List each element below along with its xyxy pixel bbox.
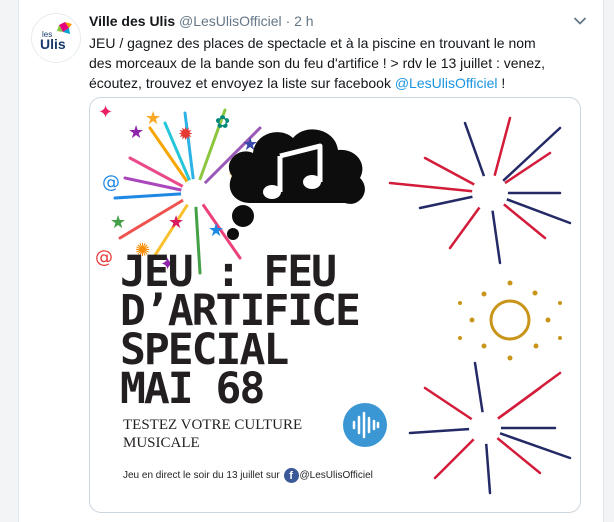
display-name[interactable]: Ville des Ulis <box>89 13 175 29</box>
sound-wave-icon <box>343 403 387 447</box>
tweet-image[interactable]: ✦ ★ @ ★ ✹ ✿ ★ ★ ✺ ★ ★ ✦ @ ✸ <box>89 97 581 513</box>
tweet-timestamp[interactable]: 2 h <box>294 13 313 29</box>
svg-text:★: ★ <box>145 108 161 129</box>
chevron-down-icon[interactable] <box>573 14 587 28</box>
subtitle-line-2: MUSICALE <box>123 435 200 451</box>
facebook-icon: f <box>283 468 299 483</box>
svg-text:✹: ✹ <box>178 124 193 145</box>
left-page-frame <box>0 0 19 522</box>
tweet-text-end: ! <box>497 75 506 91</box>
svg-text:★: ★ <box>128 122 144 143</box>
poster-headline: JEU : FEU D’ARTIFICE SPECIAL MAI 68 <box>120 251 361 414</box>
right-page-frame <box>603 0 614 522</box>
tweet-text: JEU / gagnez des places de spectacle et … <box>89 33 559 93</box>
time-separator: · <box>285 13 291 29</box>
poster-subtitle: TESTEZ VOTRE CULTURE MUSICALE <box>123 416 302 452</box>
avatar[interactable]: les Ulis <box>31 13 81 63</box>
footer-text: Jeu en direct le soir du 13 juillet sur <box>123 470 280 482</box>
firework-gold <box>458 280 562 361</box>
headline-line-4: MAI 68 <box>120 364 265 414</box>
subtitle-line-1: TESTEZ VOTRE CULTURE <box>123 417 303 433</box>
footer-handle: @LesUlisOfficiel <box>299 470 373 482</box>
svg-text:★: ★ <box>208 220 224 241</box>
ulis-logo: les Ulis <box>40 22 72 52</box>
poster-footer: Jeu en direct le soir du 13 juillet sur … <box>123 468 373 483</box>
user-handle[interactable]: @LesUlisOfficiel <box>179 13 282 29</box>
firework-bottom-right <box>408 361 572 495</box>
firework-top-right <box>388 116 572 265</box>
svg-text:@: @ <box>95 247 113 268</box>
svg-text:★: ★ <box>168 212 184 233</box>
svg-text:★: ★ <box>110 212 126 233</box>
mention-link[interactable]: @LesUlisOfficiel <box>395 75 498 91</box>
svg-text:✦: ✦ <box>98 102 113 123</box>
svg-text:@: @ <box>102 172 120 193</box>
tweet-card[interactable]: les Ulis Ville des Ulis @LesUlisOfficiel… <box>19 0 603 522</box>
tweet-header: Ville des Ulis @LesUlisOfficiel · 2 h <box>89 12 314 30</box>
svg-text:✿: ✿ <box>215 112 230 133</box>
avatar-big-text: Ulis <box>40 36 66 52</box>
